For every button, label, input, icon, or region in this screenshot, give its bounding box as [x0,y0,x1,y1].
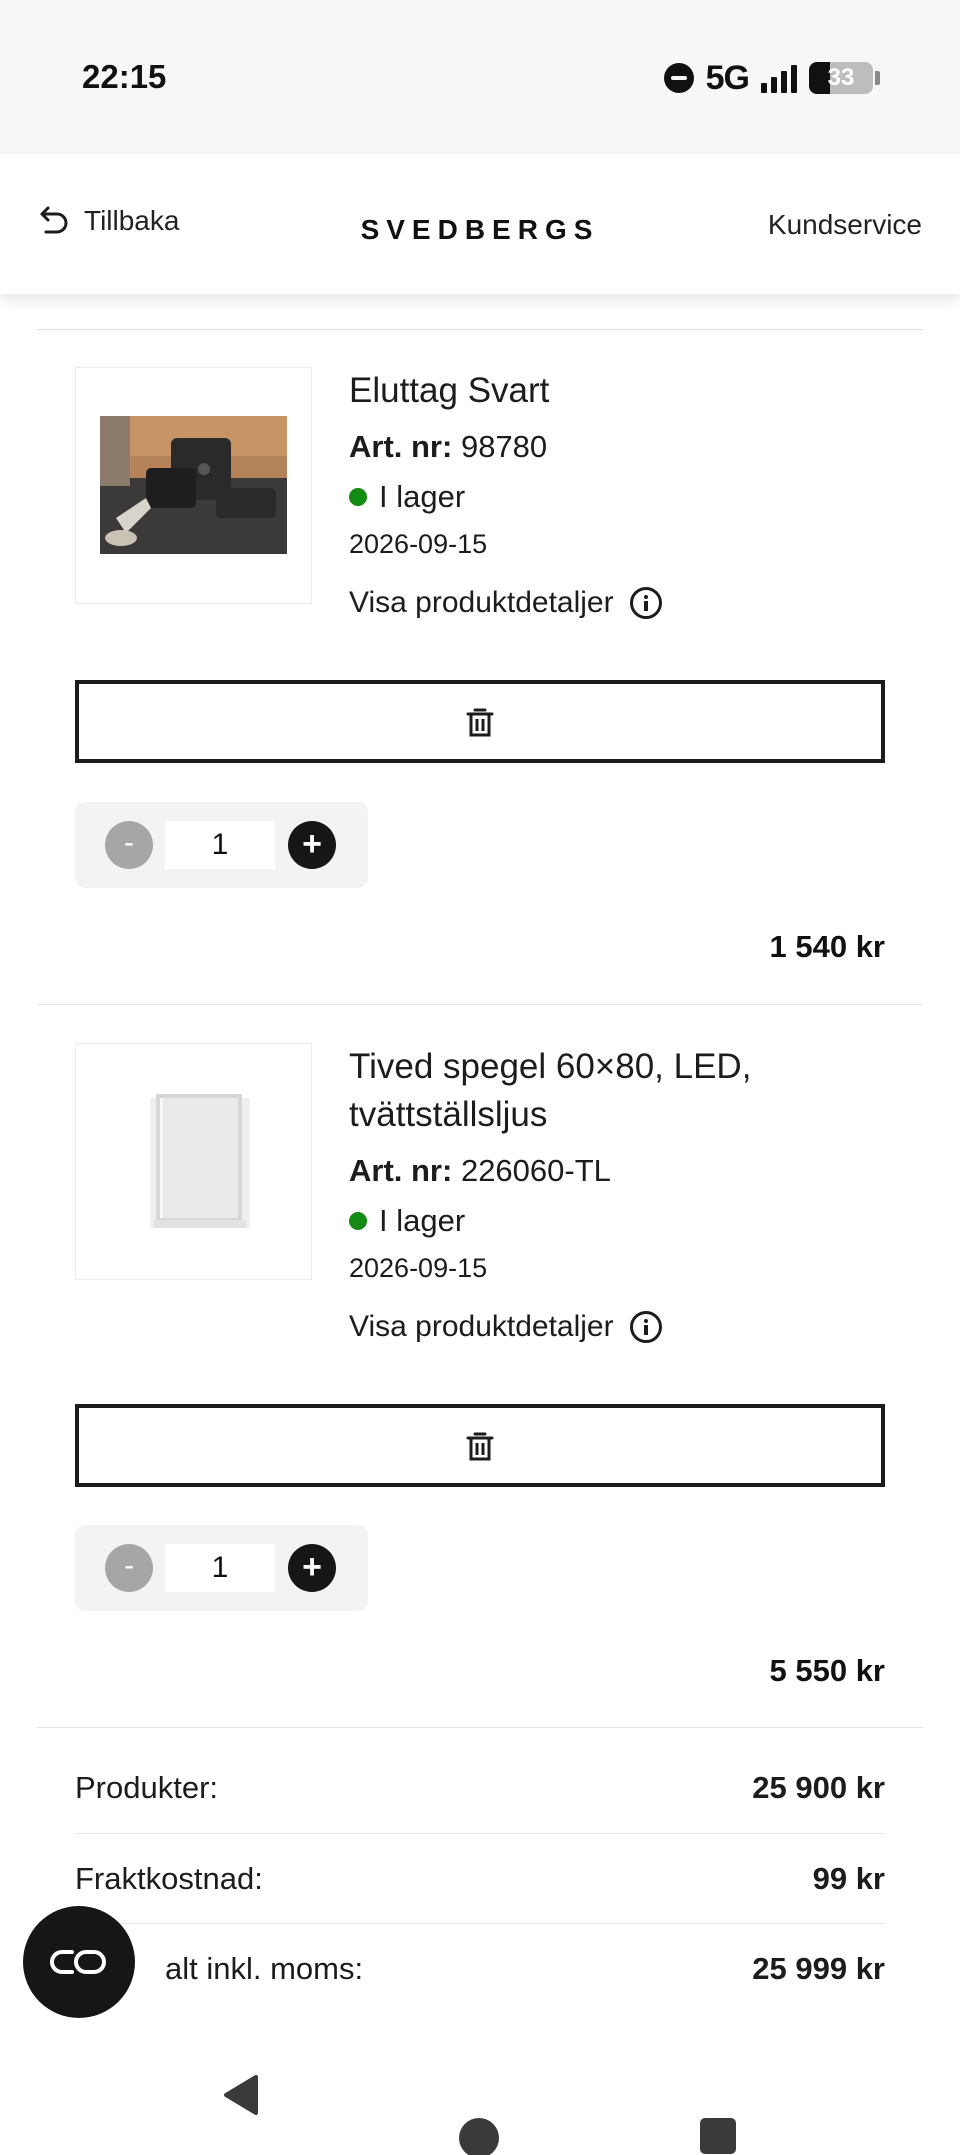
article-value: 98780 [460,429,548,464]
shipping-value: 99 kr [812,1861,885,1896]
stock-status: I lager [349,479,889,515]
quantity-input[interactable] [165,1544,275,1592]
article-number: Art. nr: 98780 [349,429,889,465]
system-nav-bar [0,2040,960,2155]
increase-quantity-button[interactable]: + [288,1544,336,1592]
details-label: Visa produktdetaljer [349,586,614,619]
item-price: 1 540 kr [769,929,886,964]
article-label: Art. nr: [349,1153,453,1188]
status-bar: 22:15 5G 33 [0,0,960,154]
delivery-date: 2026-09-15 [349,1253,488,1283]
product-details-link[interactable]: Visa produktdetaljer [349,1310,889,1344]
customer-service-link[interactable]: Kundservice [768,209,922,241]
shipping-label: Fraktkostnad: [75,1861,263,1896]
article-number: Art. nr: 226060-TL [349,1153,889,1189]
nav-recents-icon[interactable] [700,2118,736,2154]
grand-total-value: 25 999 kr [752,1951,885,1986]
product-image[interactable] [75,367,312,604]
trash-icon [466,1432,494,1460]
status-icons: 5G 33 [663,58,880,98]
shipping-row: Fraktkostnad: 99 kr [75,1834,885,1924]
product-title[interactable]: Tived spegel 60×80, LED, tvättställsljus [349,1043,889,1139]
battery-icon: 33 [809,62,873,94]
article-value: 226060-TL [460,1153,611,1188]
nav-home-icon[interactable] [459,2118,499,2155]
in-stock-dot-icon [349,1212,367,1230]
decrease-quantity-button[interactable]: - [105,821,153,869]
remove-item-button[interactable] [75,1404,885,1487]
product-details-link[interactable]: Visa produktdetaljer [349,586,889,620]
network-type: 5G [705,58,750,97]
product-info: Eluttag Svart Art. nr: 98780 I lager 202… [349,367,889,620]
battery-level: 33 [827,64,855,91]
decrease-quantity-button[interactable]: - [105,1544,153,1592]
product-title[interactable]: Eluttag Svart [349,367,889,415]
in-stock-dot-icon [349,488,367,506]
grand-total-row: alt inkl. moms: 25 999 kr [75,1924,885,2014]
quantity-stepper: - + [75,802,368,888]
cart-item: Eluttag Svart Art. nr: 98780 I lager 202… [75,367,885,967]
remove-item-button[interactable] [75,680,885,763]
article-label: Art. nr: [349,429,453,464]
product-info: Tived spegel 60×80, LED, tvättställsljus… [349,1043,889,1344]
app-header: Tillbaka SVEDBERGS Kundservice [0,154,960,294]
increase-quantity-button[interactable]: + [288,821,336,869]
battery-tip [875,71,880,85]
divider [37,1727,923,1728]
trash-icon [466,708,494,736]
nav-back-icon[interactable] [220,2073,260,2117]
stock-label: I lager [379,1203,466,1238]
signal-icon [761,63,797,93]
chat-button[interactable] [23,1906,135,2018]
stock-status: I lager [349,1203,889,1239]
products-total-row: Produkter: 25 900 kr [75,1743,885,1833]
divider [37,1004,923,1005]
product-image-eluttag [100,416,287,554]
product-image-mirror [150,1094,250,1228]
delivery-date: 2026-09-15 [349,529,488,559]
quantity-input[interactable] [165,821,275,869]
chat-icon [50,1950,106,1974]
stock-label: I lager [379,479,466,514]
status-time: 22:15 [82,58,167,95]
products-total-value: 25 900 kr [752,1770,885,1805]
info-icon [629,1311,662,1343]
cart-item: Tived spegel 60×80, LED, tvättställsljus… [75,1043,885,1688]
item-price: 5 550 kr [769,1653,886,1688]
products-total-label: Produkter: [75,1770,219,1805]
divider [37,329,923,330]
product-image[interactable] [75,1043,312,1280]
info-icon [629,587,662,619]
do-not-disturb-icon [663,63,694,93]
quantity-stepper: - + [75,1525,368,1611]
details-label: Visa produktdetaljer [349,1310,614,1343]
